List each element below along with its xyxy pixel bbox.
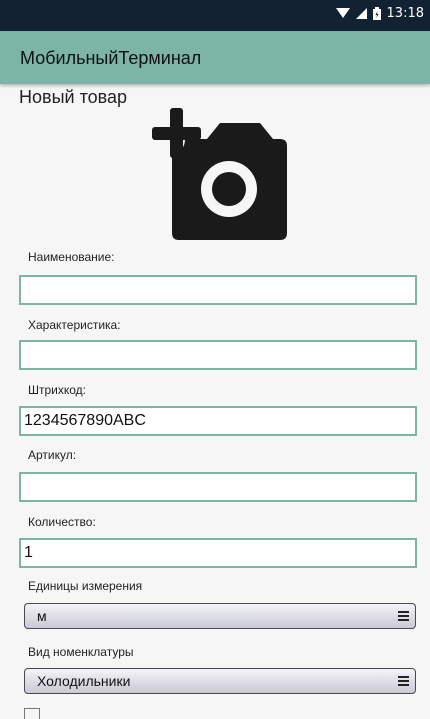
unit-select-value: м <box>37 608 47 624</box>
dropdown-menu-icon <box>398 676 409 686</box>
barcode-label: Штрихкод: <box>28 383 87 397</box>
wifi-icon <box>335 8 350 18</box>
app-bar: МобильныйТерминал <box>0 31 430 84</box>
page-title: Новый товар <box>19 87 127 107</box>
article-label: Артикул: <box>28 448 77 462</box>
status-icons: 13:18 <box>335 6 424 21</box>
nomenclature-label: Вид номенклатуры <box>28 645 134 659</box>
app-title: МобильныйТерминал <box>20 48 202 68</box>
nomenclature-select-value: Холодильники <box>37 673 131 689</box>
name-input[interactable] <box>19 275 417 305</box>
characteristic-label: Характеристика: <box>28 318 121 332</box>
nomenclature-select[interactable]: Холодильники <box>24 668 416 694</box>
unit-label: Единицы измерения <box>28 579 143 593</box>
dropdown-menu-icon <box>398 611 409 621</box>
status-bar: 13:18 <box>0 0 430 31</box>
quantity-input[interactable] <box>19 538 417 568</box>
unit-select[interactable]: м <box>24 603 416 629</box>
name-label: Наименование: <box>28 250 115 264</box>
barcode-input[interactable] <box>19 406 417 436</box>
characteristic-input[interactable] <box>19 340 417 370</box>
battery-icon <box>372 7 381 20</box>
checkbox[interactable] <box>24 708 40 719</box>
article-input[interactable] <box>19 472 417 502</box>
signal-icon <box>355 8 367 19</box>
quantity-label: Количество: <box>28 515 96 529</box>
status-time: 13:18 <box>386 6 424 21</box>
add-photo-icon[interactable] <box>147 108 287 242</box>
